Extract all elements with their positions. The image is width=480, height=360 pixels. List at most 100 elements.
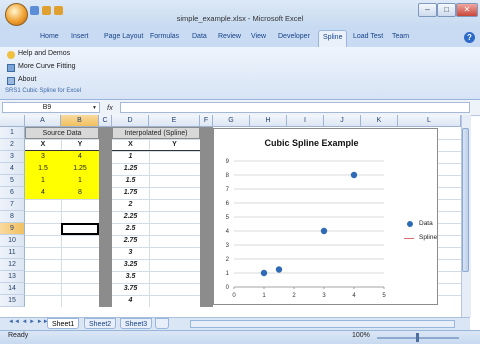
tab-view[interactable]: View — [251, 33, 266, 40]
row-header-14[interactable]: 14 — [0, 283, 25, 295]
row-header-12[interactable]: 12 — [0, 259, 25, 271]
source-x-cell[interactable]: 1.5 — [25, 163, 61, 175]
source-y-header[interactable]: Y — [61, 139, 99, 151]
sheet-tab-2[interactable]: Sheet2 — [84, 318, 117, 329]
interp-x-cell[interactable]: 1.75 — [112, 187, 149, 199]
legend-data-marker — [407, 221, 413, 227]
interp-x-cell[interactable]: 1.5 — [112, 175, 149, 187]
x-tick-label: 1 — [262, 293, 266, 299]
column-header-d[interactable]: D — [112, 115, 149, 127]
interp-x-cell[interactable]: 3 — [112, 247, 149, 259]
source-x-cell[interactable]: 4 — [25, 187, 61, 199]
row-header-9[interactable]: 9 — [0, 223, 25, 235]
column-header-f[interactable]: F — [200, 115, 213, 127]
source-x-cell[interactable]: 3 — [25, 151, 61, 163]
row-header-5[interactable]: 5 — [0, 175, 25, 187]
column-header-b[interactable]: B — [61, 115, 99, 127]
interp-x-cell[interactable]: 2.25 — [112, 211, 149, 223]
row-header-11[interactable]: 11 — [0, 247, 25, 259]
minimize-button[interactable]: – — [418, 3, 437, 17]
source-x-header[interactable]: X — [25, 139, 61, 151]
sheet-tab-1[interactable]: Sheet1 — [47, 318, 80, 329]
legend-data-label: Data — [419, 220, 433, 227]
row-header-2[interactable]: 2 — [0, 139, 25, 151]
close-button[interactable]: ✕ — [456, 3, 478, 17]
fx-icon[interactable]: fx — [107, 103, 113, 112]
tab-developer[interactable]: Developer — [278, 33, 310, 40]
source-x-cell[interactable]: 1 — [25, 175, 61, 187]
row-header-13[interactable]: 13 — [0, 271, 25, 283]
y-tick-label: 2 — [226, 257, 230, 263]
source-y-cell[interactable]: 4 — [61, 151, 99, 163]
source-data-header[interactable]: Source Data — [25, 127, 99, 139]
zoom-slider-thumb[interactable] — [416, 333, 419, 342]
interp-x-cell[interactable]: 1 — [112, 151, 149, 163]
row-header-8[interactable]: 8 — [0, 211, 25, 223]
row-header-4[interactable]: 4 — [0, 163, 25, 175]
restore-button[interactable]: □ — [437, 3, 456, 17]
tab-home[interactable]: Home — [40, 33, 59, 40]
column-header-h[interactable]: H — [250, 115, 287, 127]
column-header-g[interactable]: G — [213, 115, 250, 127]
more-curve-fitting-button[interactable]: More Curve Fitting — [18, 63, 76, 70]
sheet-nav-arrows-icon[interactable]: ◄◄ ◄ ► ►► — [8, 319, 49, 325]
chevron-down-icon[interactable]: ▼ — [92, 105, 97, 111]
tab-review[interactable]: Review — [218, 33, 241, 40]
zoom-level[interactable]: 100% — [352, 332, 370, 339]
horizontal-scrollbar[interactable] — [190, 320, 455, 328]
source-y-cell[interactable]: 8 — [61, 187, 99, 199]
column-header-l[interactable]: L — [398, 115, 461, 127]
column-header-k[interactable]: K — [361, 115, 398, 127]
row-header-10[interactable]: 10 — [0, 235, 25, 247]
ribbon-group-label: SRS1 Cubic Spline for Excel — [5, 88, 82, 94]
active-cell-b9[interactable] — [61, 223, 99, 235]
data-point — [320, 227, 328, 235]
interp-x-cell[interactable]: 3.75 — [112, 283, 149, 295]
interpolated-header[interactable]: Interpolated (Spline) — [112, 127, 200, 139]
help-icon[interactable]: ? — [464, 32, 475, 43]
interp-x-cell[interactable]: 3.25 — [112, 259, 149, 271]
row-header-3[interactable]: 3 — [0, 151, 25, 163]
sheet-tab-3[interactable]: Sheet3 — [120, 318, 153, 329]
interp-x-cell[interactable]: 4 — [112, 295, 149, 307]
help-and-demos-button[interactable]: Help and Demos — [18, 50, 70, 57]
interp-y-header[interactable]: Y — [149, 139, 200, 151]
window-title: simple_example.xlsx - Microsoft Excel — [176, 14, 304, 23]
select-all-corner[interactable] — [0, 115, 25, 127]
column-header-e[interactable]: E — [149, 115, 200, 127]
tab-data[interactable]: Data — [192, 33, 207, 40]
row-header-6[interactable]: 6 — [0, 187, 25, 199]
row-header-7[interactable]: 7 — [0, 199, 25, 211]
source-y-cell[interactable]: 1 — [61, 175, 99, 187]
tab-formulas[interactable]: Formulas — [150, 33, 179, 40]
curve-fitting-icon — [7, 64, 15, 72]
interp-x-cell[interactable]: 2.75 — [112, 235, 149, 247]
interp-x-cell[interactable]: 2.5 — [112, 223, 149, 235]
column-header-c[interactable]: C — [99, 115, 112, 127]
insert-sheet-icon[interactable] — [155, 318, 169, 329]
source-y-cell[interactable]: 1.25 — [61, 163, 99, 175]
tab-page-layout[interactable]: Page Layout — [104, 33, 143, 40]
x-tick-label: 2 — [292, 293, 296, 299]
tab-load-test[interactable]: Load Test — [353, 33, 383, 40]
interp-x-cell[interactable]: 2 — [112, 199, 149, 211]
column-header-j[interactable]: J — [324, 115, 361, 127]
interp-x-cell[interactable]: 3.5 — [112, 271, 149, 283]
about-icon — [7, 77, 15, 85]
scatter-chart[interactable]: Cubic Spline Example 0123456789012345 Da… — [213, 128, 438, 305]
tab-spline[interactable]: Spline — [318, 30, 348, 47]
about-button[interactable]: About — [18, 76, 36, 83]
interp-x-cell[interactable]: 1.25 — [112, 163, 149, 175]
formula-input[interactable] — [120, 102, 470, 113]
row-header-1[interactable]: 1 — [0, 127, 25, 139]
y-tick-label: 0 — [226, 285, 230, 291]
column-header-a[interactable]: A — [25, 115, 61, 127]
tab-team[interactable]: Team — [392, 33, 409, 40]
column-header-i[interactable]: I — [287, 115, 324, 127]
name-box-value: B9 — [42, 104, 52, 111]
vertical-scroll-thumb[interactable] — [462, 128, 469, 272]
chart-plot: 0 1 2 3 4 5 6 7 8 9 0 1 2 3 4 5 — [226, 159, 387, 299]
interp-x-header[interactable]: X — [112, 139, 149, 151]
tab-insert[interactable]: Insert — [71, 33, 89, 40]
row-header-15[interactable]: 15 — [0, 295, 25, 307]
